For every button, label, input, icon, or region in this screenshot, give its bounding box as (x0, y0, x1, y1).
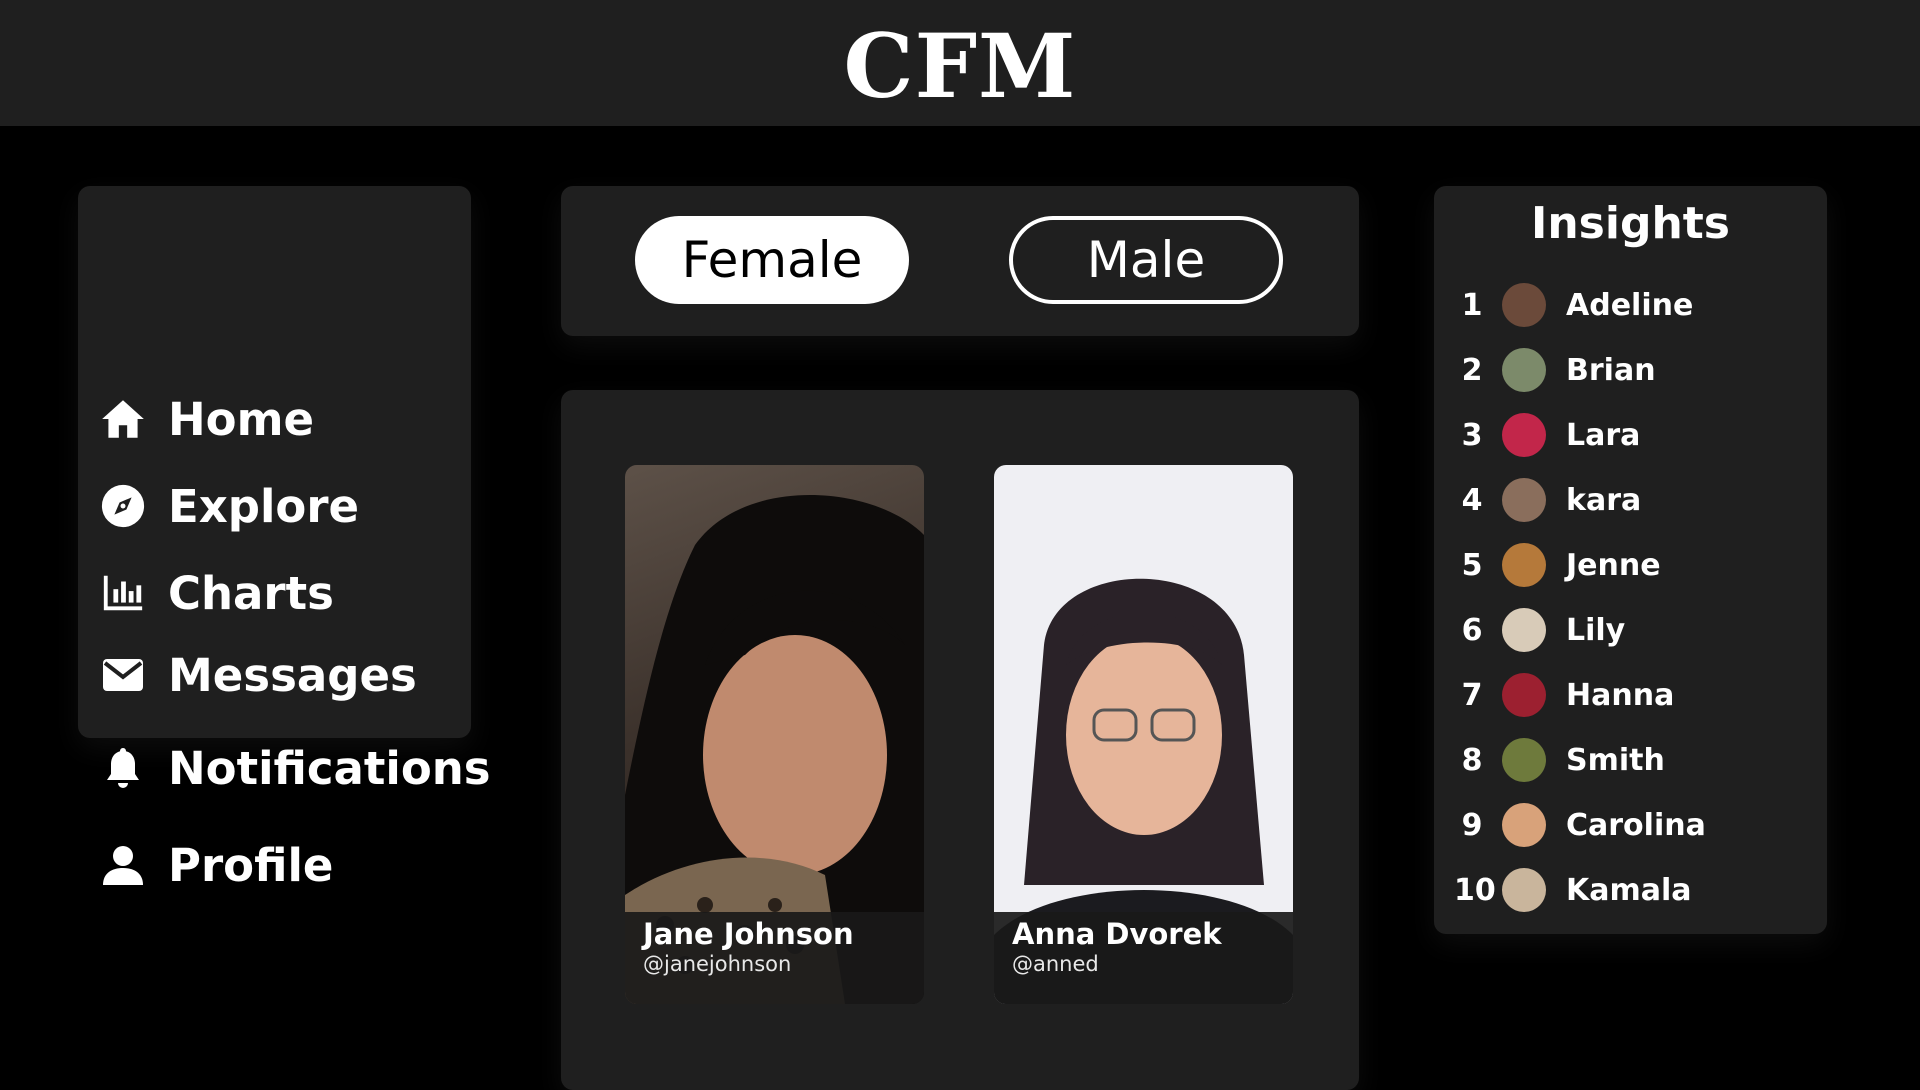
profile-caption: Jane Johnson @janejohnson (625, 912, 924, 1004)
compass-icon (98, 481, 148, 531)
ranking-row[interactable]: 4 kara (1454, 475, 1641, 525)
nav-label: Charts (168, 566, 334, 620)
ranking-row[interactable]: 1 Adeline (1454, 280, 1693, 330)
bell-icon (98, 743, 148, 793)
rank-number: 3 (1461, 417, 1483, 453)
female-filter-button[interactable]: Female (635, 216, 909, 304)
rank-number: 2 (1461, 352, 1483, 388)
envelope-icon (98, 650, 148, 700)
avatar (1502, 413, 1546, 457)
ranking-row[interactable]: 3 Lara (1454, 410, 1640, 460)
avatar (1502, 478, 1546, 522)
profile-name: Jane Johnson (643, 917, 854, 951)
ranking-row[interactable]: 2 Brian (1454, 345, 1656, 395)
rank-name: Hanna (1566, 677, 1675, 713)
avatar (1502, 348, 1546, 392)
rank-name: Kamala (1566, 872, 1692, 908)
profile-cards-panel: Jane Johnson @janejohnson Anna Dvorek @a… (561, 390, 1359, 1090)
ranking-row[interactable]: 9 Carolina (1454, 800, 1706, 850)
rank-name: Brian (1566, 352, 1656, 388)
rank-number: 9 (1461, 807, 1483, 843)
nav-item-home[interactable]: Home (98, 389, 314, 449)
nav-label: Messages (168, 648, 417, 702)
rank-name: Carolina (1566, 807, 1706, 843)
ranking-row[interactable]: 6 Lily (1454, 605, 1625, 655)
rank-name: Jenne (1566, 547, 1661, 583)
avatar (1502, 673, 1546, 717)
avatar (1502, 738, 1546, 782)
male-filter-button[interactable]: Male (1009, 216, 1283, 304)
nav-label: Profile (168, 838, 334, 892)
avatar (1502, 608, 1546, 652)
rank-number: 4 (1461, 482, 1483, 518)
nav-item-messages[interactable]: Messages (98, 645, 417, 705)
insights-panel: Insights 1 Adeline 2 Brian 3 Lara 4 kara… (1434, 186, 1827, 934)
avatar (1502, 803, 1546, 847)
avatar (1502, 283, 1546, 327)
top-bar: CFM (0, 0, 1920, 126)
rank-number: 7 (1461, 677, 1483, 713)
nav-label: Explore (168, 479, 360, 533)
rank-number: 5 (1461, 547, 1483, 583)
sidebar-nav: Home Explore Charts Messages Notificatio… (78, 186, 491, 892)
rank-number: 8 (1461, 742, 1483, 778)
home-icon (98, 394, 148, 444)
ranking-row[interactable]: 7 Hanna (1454, 670, 1674, 720)
rank-name: kara (1566, 482, 1642, 518)
profile-card[interactable]: Anna Dvorek @anned (994, 465, 1293, 1004)
profile-card[interactable]: Jane Johnson @janejohnson (625, 465, 924, 1004)
profile-name: Anna Dvorek (1012, 917, 1222, 951)
profile-caption: Anna Dvorek @anned (994, 912, 1293, 1004)
brand-logo[interactable]: CFM (844, 14, 1077, 118)
rank-number: 10 (1454, 872, 1496, 908)
avatar (1502, 868, 1546, 912)
nav-item-explore[interactable]: Explore (98, 476, 359, 536)
nav-item-notifications[interactable]: Notifications (98, 738, 491, 798)
gender-filter-panel: Female Male (561, 186, 1359, 336)
ranking-row[interactable]: 10 Kamala (1454, 865, 1692, 915)
avatar (1502, 543, 1546, 587)
profile-handle: @janejohnson (643, 952, 792, 976)
rank-number: 1 (1461, 287, 1483, 323)
user-icon (98, 840, 148, 890)
rank-name: Adeline (1566, 287, 1694, 323)
rank-number: 6 (1461, 612, 1483, 648)
nav-label: Notifications (168, 741, 491, 795)
bar-chart-icon (98, 568, 148, 618)
profile-handle: @anned (1012, 952, 1099, 976)
ranking-row[interactable]: 8 Smith (1454, 735, 1665, 785)
rank-name: Smith (1566, 742, 1665, 778)
nav-label: Home (168, 392, 314, 446)
insights-title: Insights (1530, 198, 1730, 249)
rank-name: Lily (1566, 612, 1626, 648)
rank-name: Lara (1566, 417, 1641, 453)
nav-item-charts[interactable]: Charts (98, 563, 334, 623)
ranking-row[interactable]: 5 Jenne (1454, 540, 1661, 590)
nav-item-profile[interactable]: Profile (98, 835, 333, 895)
